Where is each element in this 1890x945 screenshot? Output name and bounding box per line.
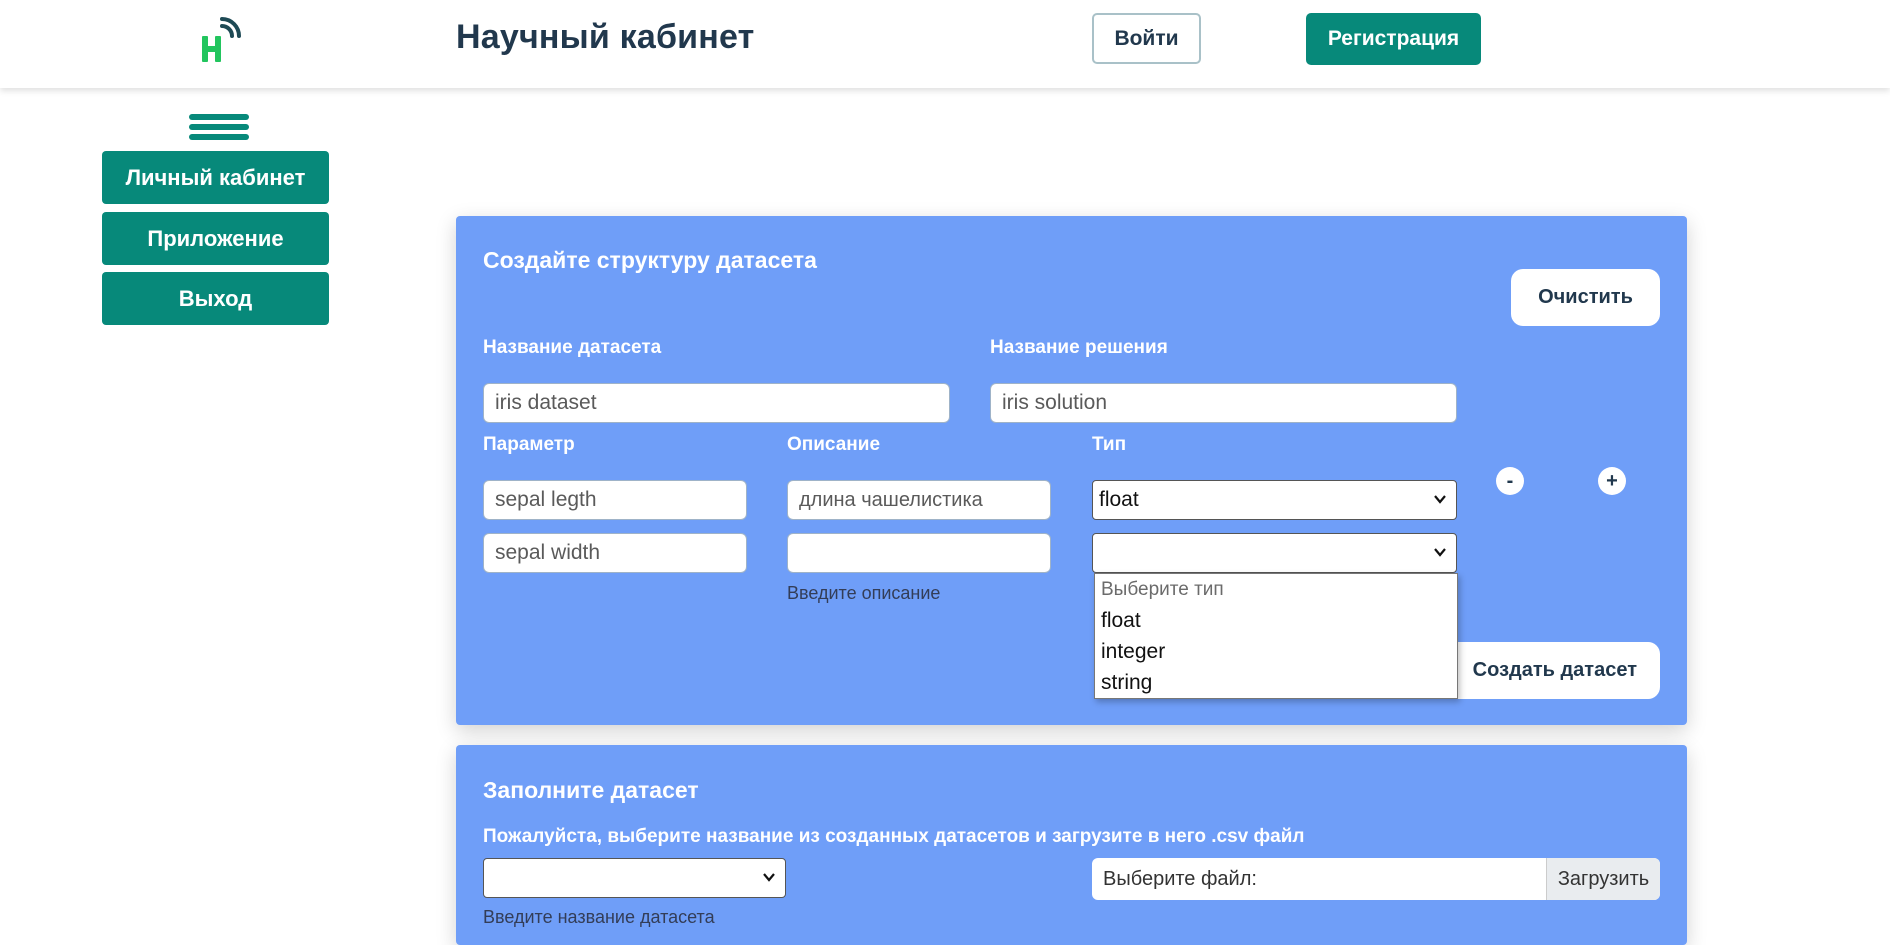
upload-button[interactable]: Загрузить bbox=[1546, 858, 1660, 900]
clear-button[interactable]: Очистить bbox=[1511, 269, 1660, 326]
dropdown-option-string[interactable]: string bbox=[1095, 667, 1457, 698]
sidebar-item-application[interactable]: Приложение bbox=[102, 212, 329, 265]
description-hint: Введите описание bbox=[787, 583, 941, 603]
top-header: Научный кабинет Войти Регистрация bbox=[0, 0, 1890, 88]
dataset-select[interactable] bbox=[483, 858, 786, 898]
fill-panel-heading: Заполните датасет bbox=[483, 777, 699, 803]
add-row-button[interactable]: + bbox=[1598, 467, 1626, 495]
fill-instruction: Пожалуйста, выберите название из созданн… bbox=[483, 826, 1305, 847]
chevron-down-icon bbox=[1434, 548, 1446, 557]
file-input[interactable]: Выберите файл: Загрузить bbox=[1092, 858, 1660, 900]
chevron-down-icon bbox=[763, 873, 775, 882]
login-button[interactable]: Войти bbox=[1092, 13, 1201, 64]
sidebar-item-personal-cabinet[interactable]: Личный кабинет bbox=[102, 151, 329, 204]
hamburger-icon[interactable] bbox=[189, 114, 249, 146]
type-select[interactable] bbox=[1092, 533, 1457, 573]
sidebar-item-logout[interactable]: Выход bbox=[102, 272, 329, 325]
description-input[interactable] bbox=[787, 533, 1051, 573]
solution-name-label: Название решения bbox=[990, 337, 1168, 358]
create-panel-heading: Создайте структуру датасета bbox=[483, 247, 817, 273]
page-title: Научный кабинет bbox=[456, 18, 755, 56]
chevron-down-icon bbox=[1434, 495, 1446, 504]
solution-name-input[interactable]: iris solution bbox=[990, 383, 1457, 423]
param-input[interactable]: sepal legth bbox=[483, 480, 747, 520]
create-dataset-button[interactable]: Создать датасет bbox=[1440, 642, 1660, 699]
type-select[interactable]: float bbox=[1092, 480, 1457, 520]
dropdown-option-integer[interactable]: integer bbox=[1095, 636, 1457, 667]
dropdown-option-float[interactable]: float bbox=[1095, 605, 1457, 636]
type-select-value: float bbox=[1099, 488, 1139, 511]
register-button[interactable]: Регистрация bbox=[1306, 13, 1481, 65]
dataset-name-input[interactable]: iris dataset bbox=[483, 383, 950, 423]
type-column-label: Тип bbox=[1092, 434, 1127, 455]
file-label: Выберите файл: bbox=[1103, 867, 1257, 890]
signal-h-logo-icon[interactable] bbox=[198, 16, 248, 66]
dataset-name-label: Название датасета bbox=[483, 337, 662, 358]
param-input[interactable]: sepal width bbox=[483, 533, 747, 573]
remove-row-button[interactable]: - bbox=[1496, 467, 1524, 495]
dropdown-placeholder: Выберите тип bbox=[1101, 578, 1224, 600]
description-input[interactable]: длина чашелистика bbox=[787, 480, 1051, 520]
type-dropdown-list: Выберите тип float integer string bbox=[1094, 573, 1458, 699]
description-column-label: Описание bbox=[787, 434, 881, 455]
param-column-label: Параметр bbox=[483, 434, 575, 455]
